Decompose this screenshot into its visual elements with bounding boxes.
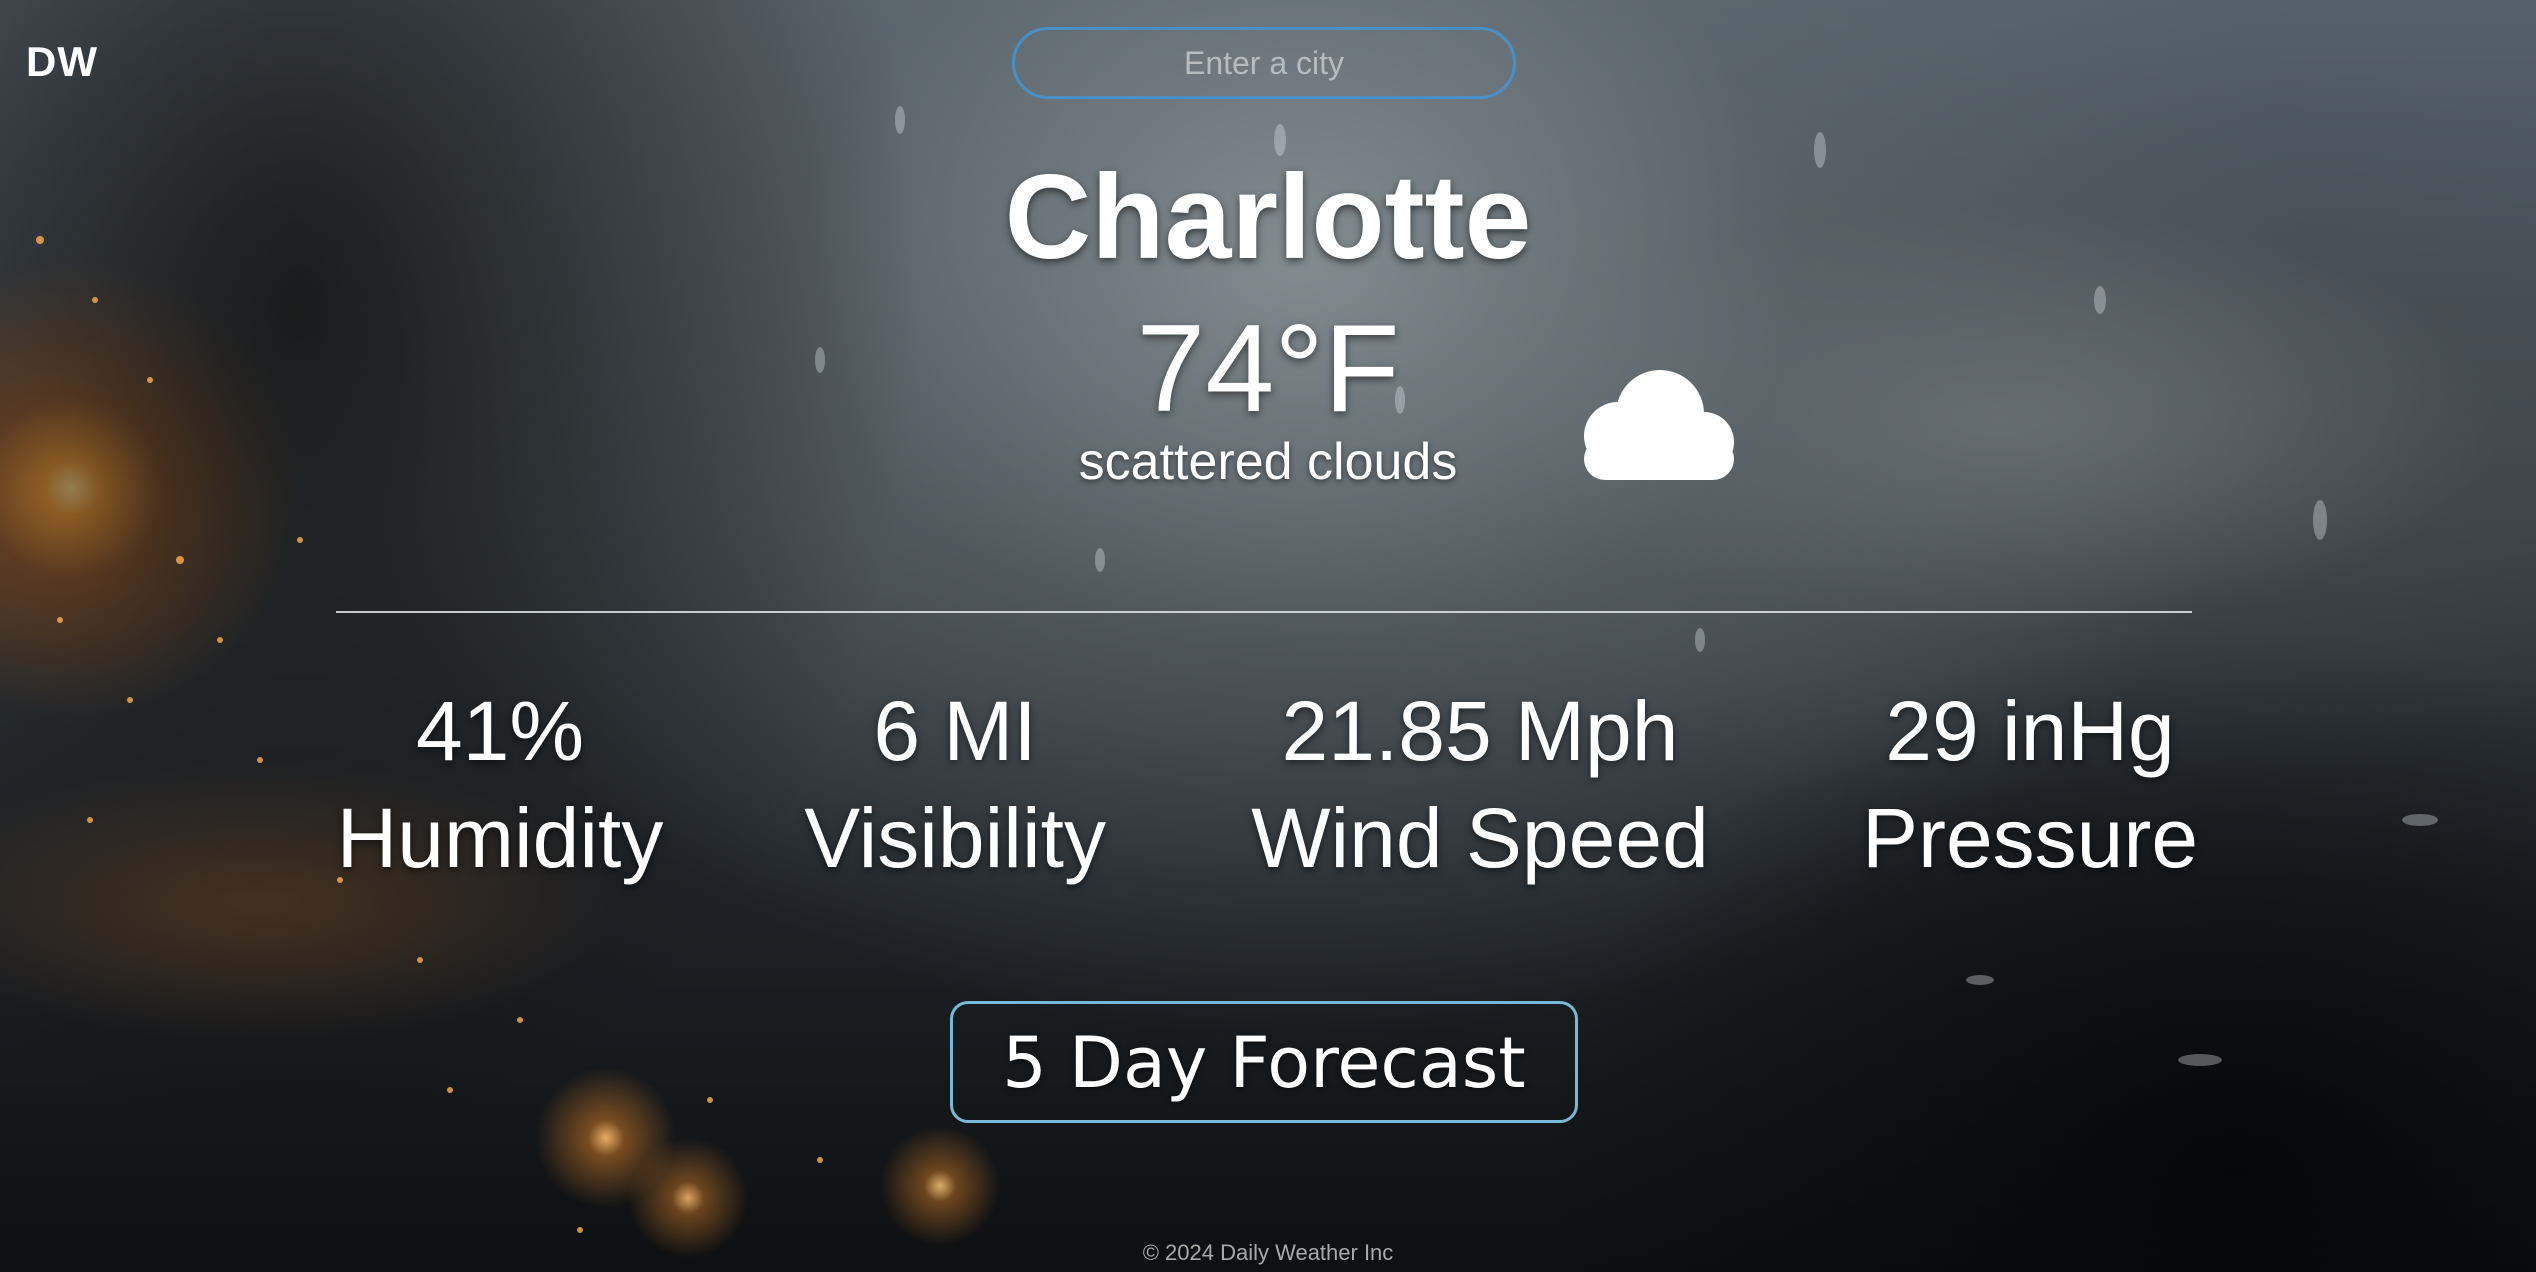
wind-speed-label: Wind Speed [1251, 791, 1709, 885]
weather-description: scattered clouds [1078, 433, 1458, 491]
visibility-value: 6 MI [873, 684, 1037, 778]
city-name: Charlotte [1004, 150, 1532, 284]
weather-stats: 41% Humidity 6 MI Visibility 21.85 Mph W… [300, 680, 2236, 890]
stat-pressure: 29 inHg Pressure [1820, 680, 2240, 894]
footer-copyright: © 2024 Daily Weather Inc [1142, 1240, 1394, 1265]
logo[interactable]: DW [26, 38, 98, 86]
visibility-label: Visibility [804, 791, 1106, 885]
five-day-forecast-button[interactable]: 5 Day Forecast [950, 1001, 1578, 1123]
stat-visibility: 6 MI Visibility [755, 680, 1155, 894]
cloud-icon [1584, 370, 1734, 480]
pressure-value: 29 inHg [1885, 684, 2175, 778]
pressure-label: Pressure [1861, 791, 2199, 885]
temperature: 74°F [1136, 300, 1400, 438]
humidity-label: Humidity [336, 791, 664, 885]
search-input[interactable] [1012, 27, 1516, 99]
stat-humidity: 41% Humidity [300, 680, 700, 894]
divider [336, 611, 2192, 613]
wind-speed-value: 21.85 Mph [1281, 684, 1679, 778]
humidity-value: 41% [415, 684, 585, 778]
stat-wind-speed: 21.85 Mph Wind Speed [1220, 680, 1740, 894]
